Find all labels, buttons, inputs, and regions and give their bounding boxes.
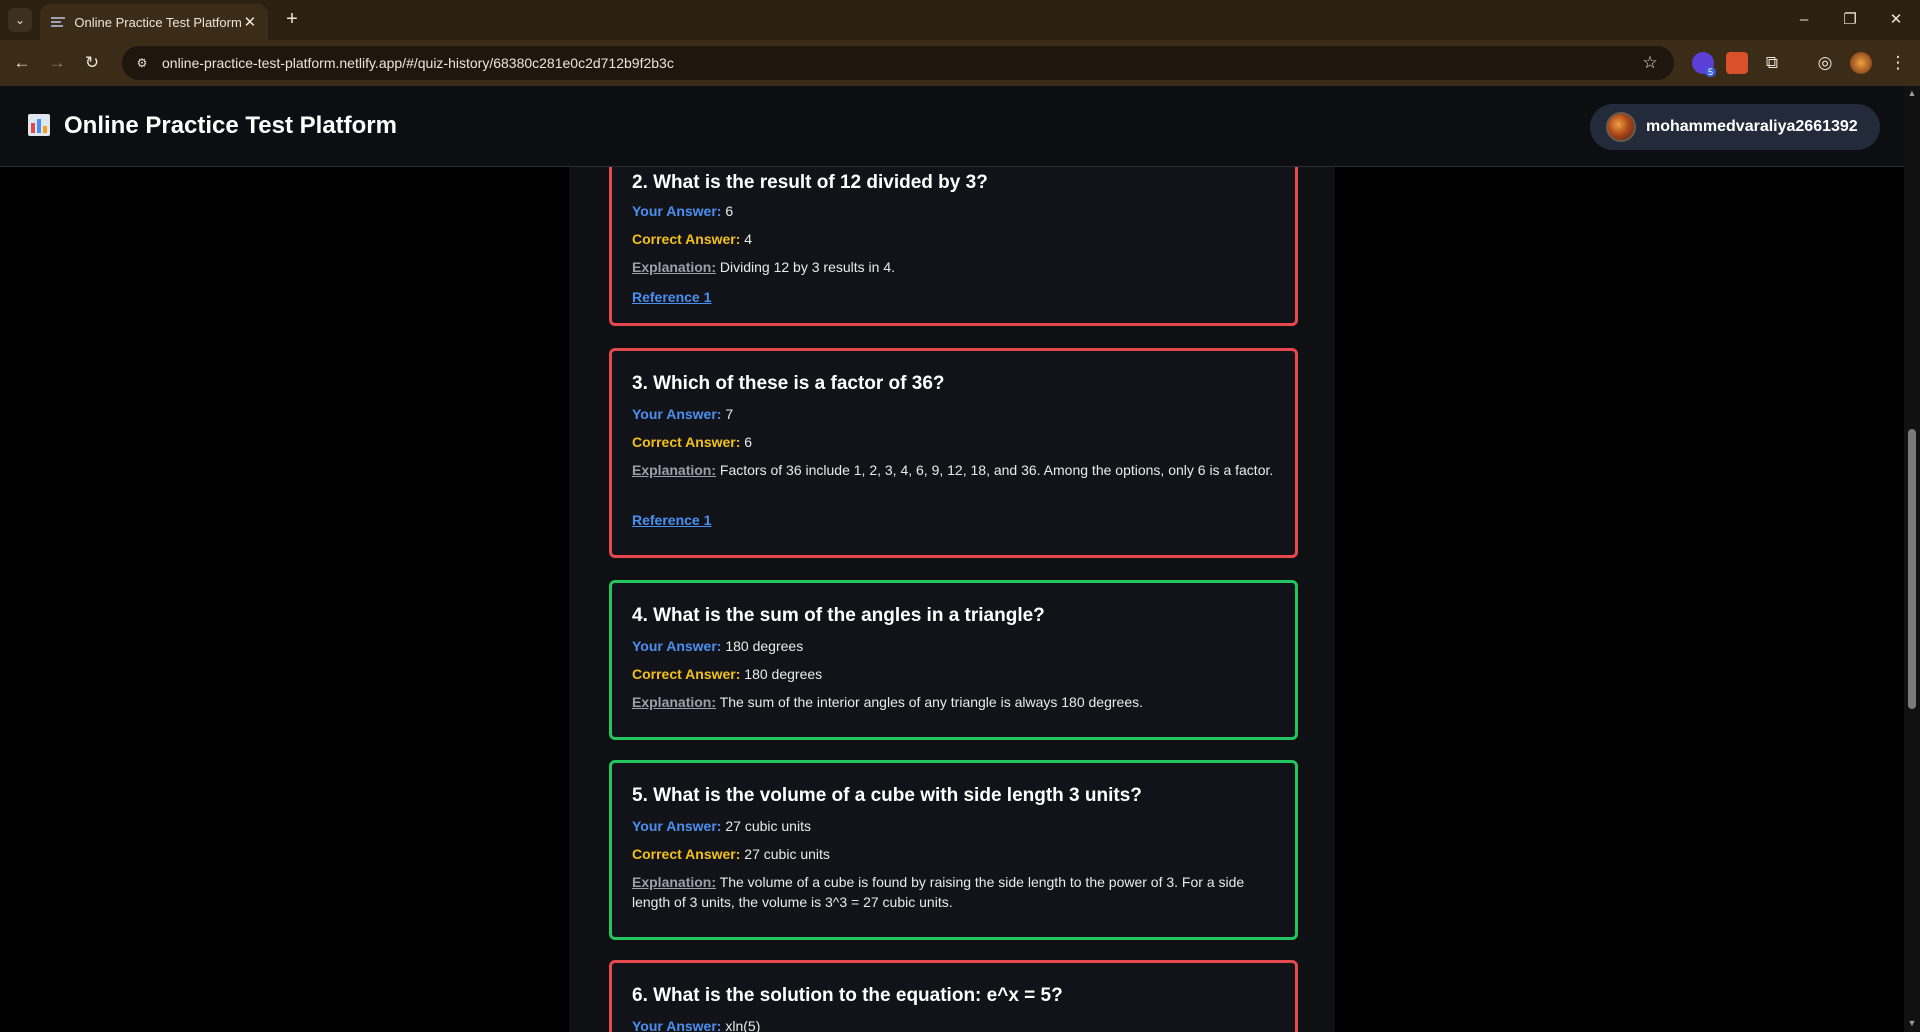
explanation-label: Explanation:	[632, 694, 717, 710]
correct-answer-label: Correct Answer:	[632, 231, 741, 247]
url-text[interactable]: online-practice-test-platform.netlify.ap…	[162, 55, 1638, 71]
extensions-puzzle-icon[interactable]: ⧉	[1760, 51, 1784, 75]
tab-title: Online Practice Test Platform	[74, 14, 242, 30]
correct-answer-value: 180 degrees	[744, 666, 823, 682]
your-answer-label: Your Answer:	[632, 203, 722, 219]
explanation-row: Explanation: Factors of 36 include 1, 2,…	[632, 460, 1275, 480]
extension-fox-icon[interactable]	[1726, 52, 1748, 74]
chart-logo-icon	[28, 114, 50, 136]
back-arrow-icon[interactable]: ←	[10, 51, 34, 75]
question-card-6: 6. What is the solution to the equation:…	[609, 960, 1298, 1032]
question-card-2: 2. What is the result of 12 divided by 3…	[609, 167, 1298, 326]
your-answer-row: Your Answer: 7	[632, 404, 1275, 424]
reference-link[interactable]: Reference 1	[632, 512, 711, 528]
your-answer-label: Your Answer:	[632, 638, 722, 654]
minimize-icon[interactable]: –	[1790, 8, 1818, 32]
close-window-icon[interactable]: ✕	[1882, 8, 1910, 32]
review-column: 2. What is the result of 12 divided by 3…	[569, 167, 1335, 1032]
your-answer-row: Your Answer: xln(5)	[632, 1016, 1275, 1032]
site-info-icon[interactable]: ⚙	[132, 53, 152, 73]
tab-favicon-icon	[50, 14, 65, 30]
correct-answer-value: 6	[744, 434, 753, 450]
your-answer-value: 27 cubic units	[725, 818, 811, 834]
avatar	[1606, 112, 1636, 142]
question-text: 5. What is the volume of a cube with sid…	[632, 785, 1142, 806]
correct-answer-label: Correct Answer:	[632, 434, 741, 450]
menu-kebab-icon[interactable]: ⋮	[1886, 51, 1910, 75]
explanation-text: Factors of 36 include 1, 2, 3, 4, 6, 9, …	[719, 462, 1274, 478]
question-card-5: 5. What is the volume of a cube with sid…	[609, 760, 1298, 940]
tab-search-button[interactable]: ⌄	[8, 8, 32, 32]
your-answer-row: Your Answer: 180 degrees	[632, 636, 1275, 656]
question-card-3: 3. Which of these is a factor of 36? You…	[609, 348, 1298, 558]
chrome-labs-icon[interactable]: ◎	[1813, 51, 1837, 75]
your-answer-label: Your Answer:	[632, 1018, 722, 1032]
scroll-up-arrow-icon[interactable]: ▲	[1907, 88, 1917, 98]
extension-icon[interactable]: 5	[1692, 52, 1716, 77]
your-answer-label: Your Answer:	[632, 818, 722, 834]
bookmark-star-icon[interactable]: ☆	[1638, 53, 1662, 73]
explanation-label: Explanation:	[632, 462, 717, 478]
app-title[interactable]: Online Practice Test Platform	[64, 112, 397, 140]
scrollbar-thumb[interactable]	[1908, 429, 1916, 709]
your-answer-label: Your Answer:	[632, 406, 722, 422]
your-answer-value: 180 degrees	[725, 638, 804, 654]
username: mohammedvaraliya2661392	[1646, 118, 1858, 135]
tab-close-icon[interactable]: ✕	[242, 13, 258, 31]
your-answer-row: Your Answer: 6	[632, 201, 1275, 221]
correct-answer-row: Correct Answer: 180 degrees	[632, 664, 1275, 684]
explanation-row: Explanation: The sum of the interior ang…	[632, 692, 1275, 712]
explanation-text: Dividing 12 by 3 results in 4.	[719, 259, 895, 275]
question-text: 2. What is the result of 12 divided by 3…	[632, 172, 988, 193]
app-header: Online Practice Test Platform mohammedva…	[0, 86, 1904, 167]
scroll-down-arrow-icon[interactable]: ▼	[1907, 1018, 1917, 1028]
explanation-row: Explanation: The volume of a cube is fou…	[632, 872, 1275, 912]
correct-answer-row: Correct Answer: 6	[632, 432, 1275, 452]
question-text: 3. Which of these is a factor of 36?	[632, 373, 945, 394]
explanation-label: Explanation:	[632, 259, 717, 275]
question-text: 4. What is the sum of the angles in a tr…	[632, 605, 1045, 626]
explanation-row: Explanation: Dividing 12 by 3 results in…	[632, 257, 1275, 277]
quiz-history-content: 2. What is the result of 12 divided by 3…	[0, 167, 1904, 1032]
question-card-4: 4. What is the sum of the angles in a tr…	[609, 580, 1298, 740]
explanation-text: The volume of a cube is found by raising…	[632, 874, 1245, 910]
correct-answer-value: 4	[744, 231, 753, 247]
reference-link[interactable]: Reference 1	[632, 289, 711, 305]
your-answer-row: Your Answer: 27 cubic units	[632, 816, 1275, 836]
extension-badge: 5	[1704, 67, 1716, 77]
browser-toolbar: ← → ↻ ⚙ online-practice-test-platform.ne…	[0, 40, 1920, 86]
new-tab-button[interactable]: +	[280, 8, 304, 32]
reload-icon[interactable]: ↻	[80, 51, 104, 75]
user-profile-chip[interactable]: mohammedvaraliya2661392	[1590, 104, 1880, 150]
correct-answer-value: 27 cubic units	[744, 846, 830, 862]
browser-tab-bar: ⌄ Online Practice Test Platform ✕ + – ❐ …	[0, 0, 1920, 40]
explanation-text: The sum of the interior angles of any tr…	[719, 694, 1143, 710]
address-bar[interactable]: ⚙ online-practice-test-platform.netlify.…	[122, 46, 1674, 80]
forward-arrow-icon[interactable]: →	[45, 51, 69, 75]
profile-avatar-icon[interactable]	[1850, 52, 1872, 74]
correct-answer-label: Correct Answer:	[632, 846, 741, 862]
correct-answer-row: Correct Answer: 27 cubic units	[632, 844, 1275, 864]
correct-answer-label: Correct Answer:	[632, 666, 741, 682]
correct-answer-row: Correct Answer: 4	[632, 229, 1275, 249]
question-text: 6. What is the solution to the equation:…	[632, 985, 1063, 1006]
page-scrollbar[interactable]: ▲ ▼	[1904, 86, 1920, 1032]
browser-tab[interactable]: Online Practice Test Platform ✕	[40, 4, 268, 40]
restore-icon[interactable]: ❐	[1836, 8, 1864, 32]
your-answer-value: 7	[725, 406, 734, 422]
your-answer-value: 6	[725, 203, 734, 219]
explanation-label: Explanation:	[632, 874, 717, 890]
your-answer-value: xln(5)	[725, 1018, 761, 1032]
